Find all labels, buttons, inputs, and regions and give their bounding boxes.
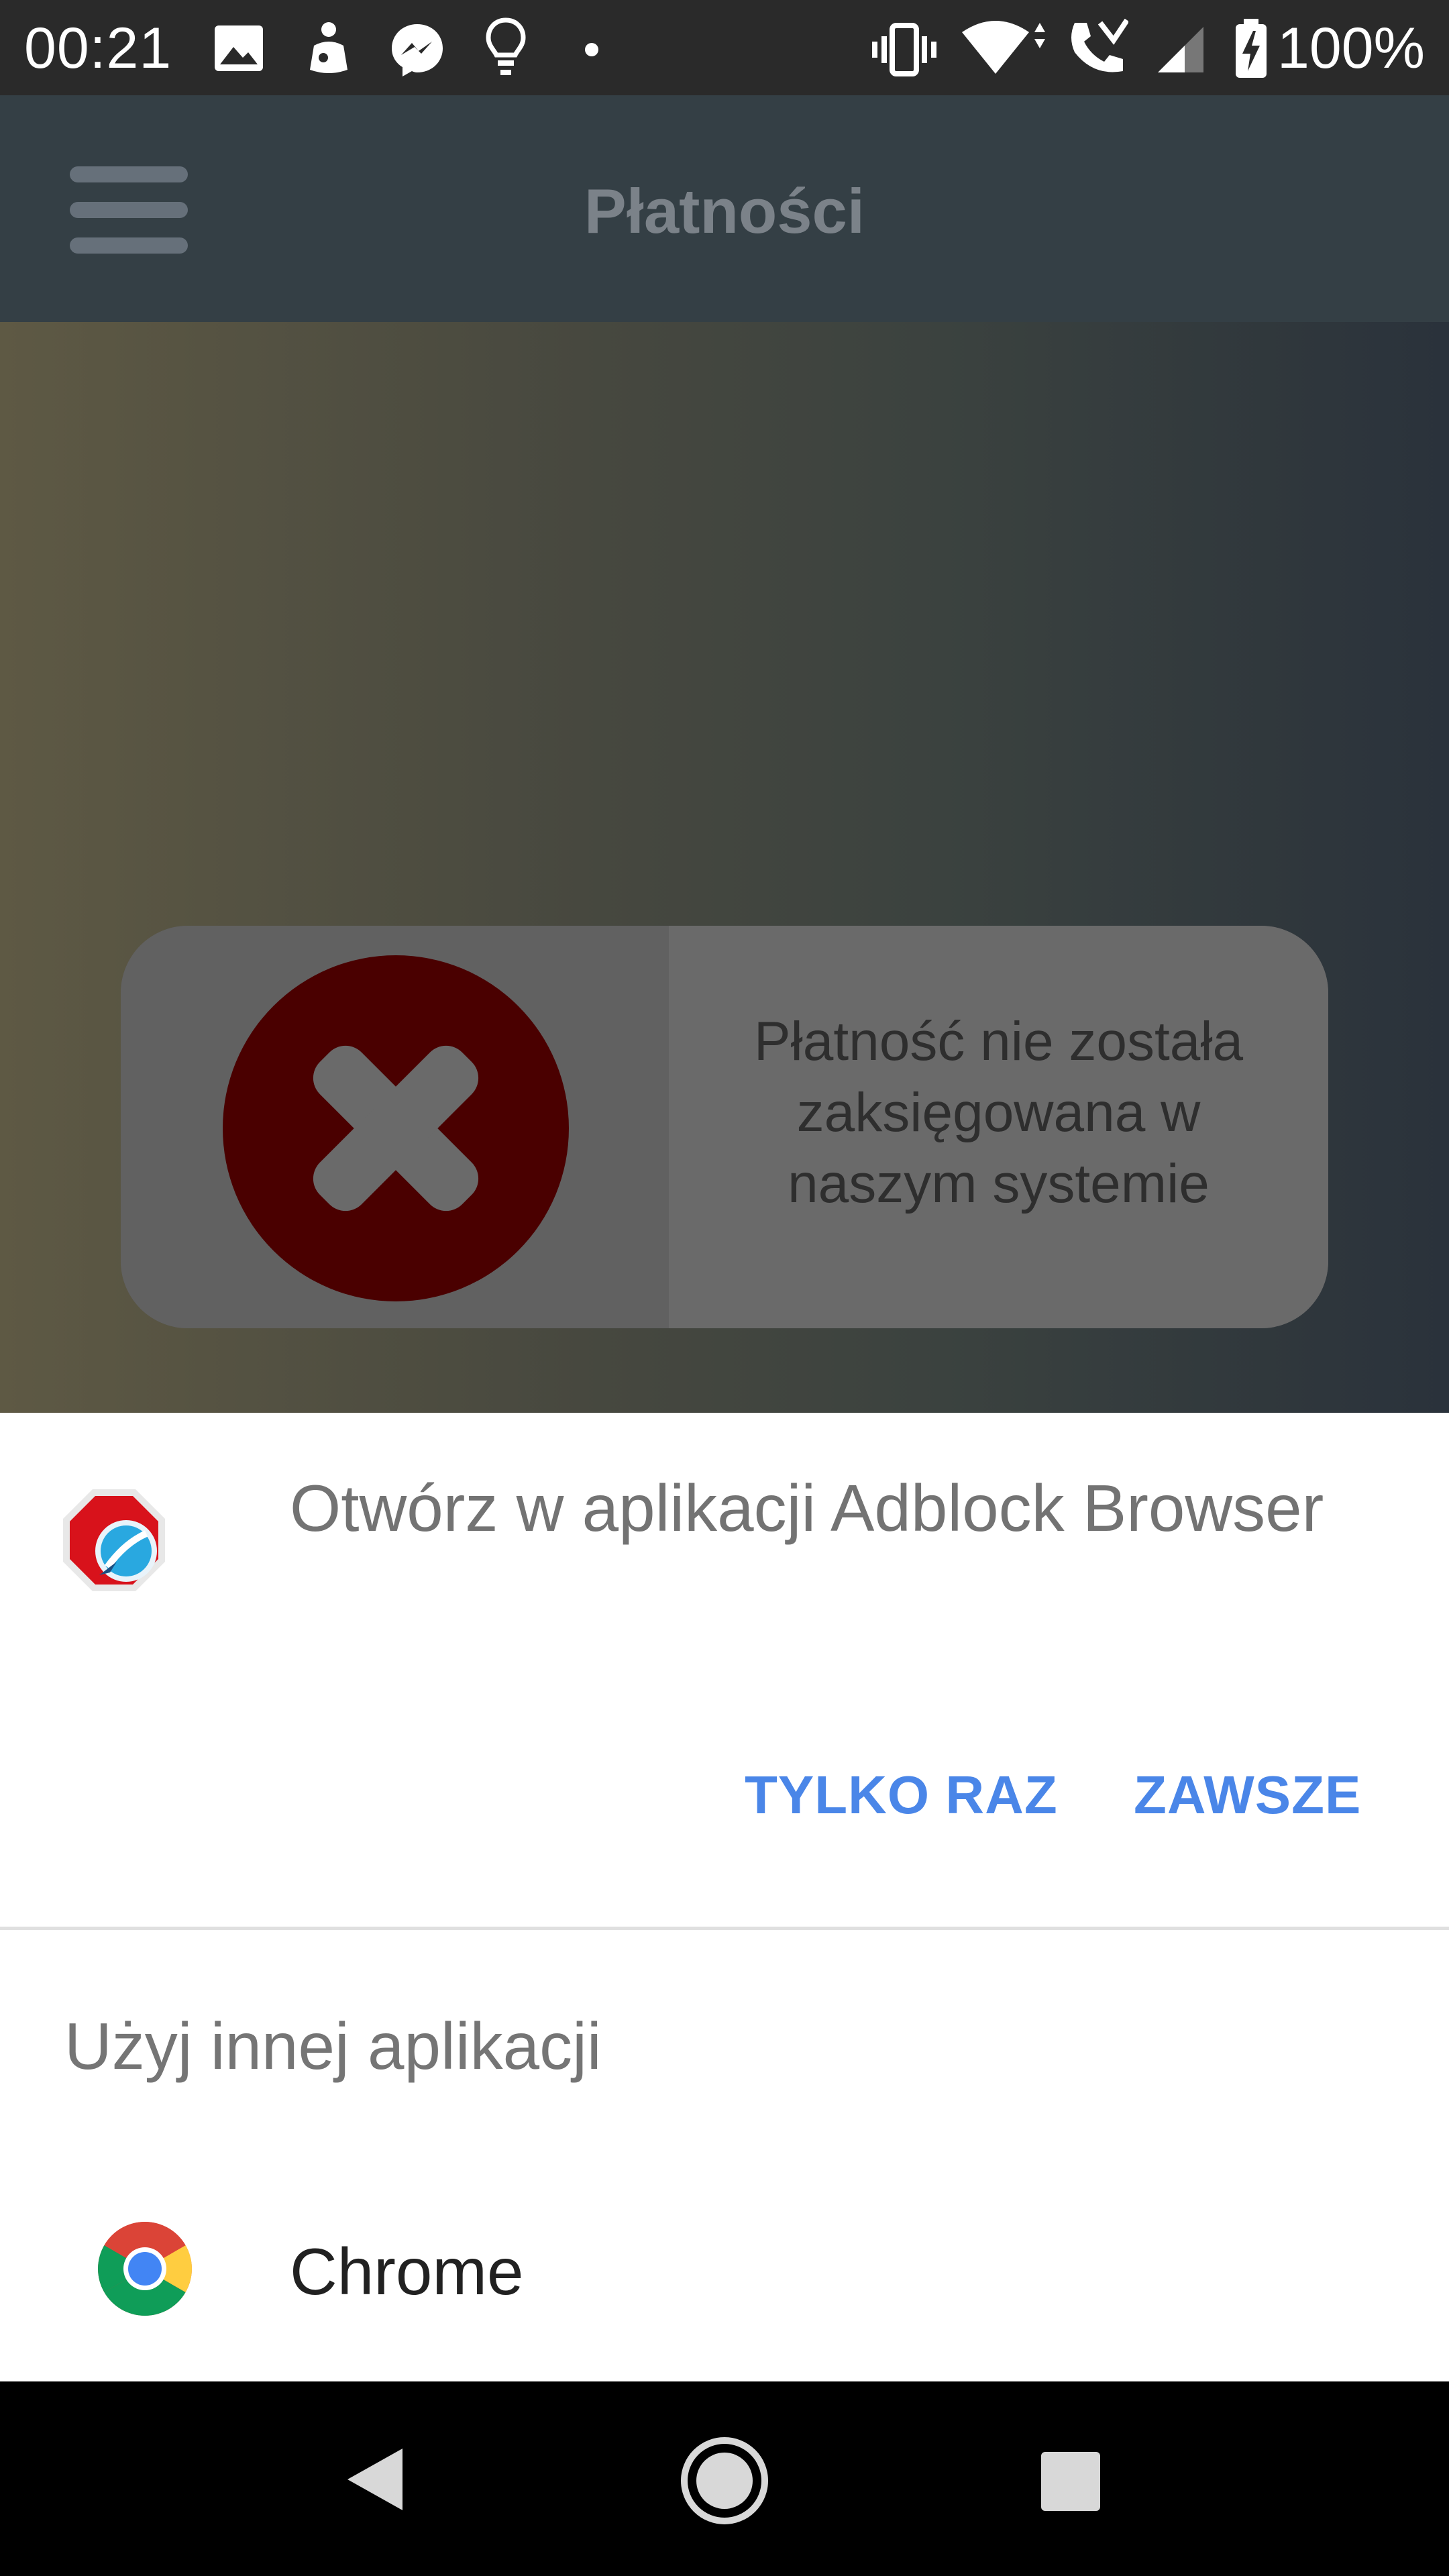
- recents-icon[interactable]: [1040, 2451, 1102, 2512]
- wifi-icon: [962, 21, 1045, 74]
- signal-icon: [1158, 27, 1203, 72]
- battery-percentage: 100%: [1277, 16, 1425, 80]
- result-message-panel: Płatność nie została zaksięgowana w nasz…: [669, 926, 1328, 1328]
- battery-charging-icon: [1236, 19, 1267, 78]
- messenger-icon: [392, 24, 443, 76]
- chrome-icon: [98, 2222, 192, 2316]
- always-button[interactable]: ZAWSZE: [1134, 1762, 1361, 1829]
- status-bar: 00:21 100%: [0, 0, 1449, 95]
- error-circle: [223, 955, 569, 1301]
- use-other-app-label: Użyj innej aplikacji: [64, 2009, 602, 2083]
- open-in-app-title: Otwórz w aplikacji Adblock Browser: [290, 1471, 1324, 1545]
- app-toolbar: Płatności: [0, 95, 1449, 322]
- vibrate-icon: [872, 23, 936, 76]
- page-title: Płatności: [584, 176, 865, 246]
- just-once-button[interactable]: TYLKO RAZ: [745, 1762, 1058, 1829]
- divider: [0, 1927, 1449, 1930]
- home-icon[interactable]: [679, 2435, 770, 2526]
- back-icon[interactable]: [343, 2446, 407, 2513]
- phone-call-icon: [1071, 19, 1128, 72]
- payment-error-message: Płatność nie została zaksięgowana w nasz…: [753, 1011, 1244, 1214]
- status-time: 00:21: [24, 16, 172, 80]
- error-x-icon: [313, 1045, 479, 1212]
- adblock-browser-icon: [63, 1489, 165, 1591]
- app-name-chrome: Chrome: [290, 2235, 524, 2308]
- image-icon: [215, 25, 263, 71]
- main-content: Płatność nie została zaksięgowana w nasz…: [0, 322, 1449, 1413]
- app-chooser-sheet: Otwórz w aplikacji Adblock Browser TYLKO…: [0, 1413, 1449, 2381]
- dot-icon: [585, 43, 598, 56]
- lightbulb-icon: [486, 17, 526, 75]
- navigation-bar: [0, 2381, 1449, 2576]
- result-icon-panel: [121, 926, 669, 1328]
- payment-result-card: Płatność nie została zaksięgowana w nasz…: [121, 926, 1328, 1328]
- hand-pointing-icon: [310, 22, 347, 73]
